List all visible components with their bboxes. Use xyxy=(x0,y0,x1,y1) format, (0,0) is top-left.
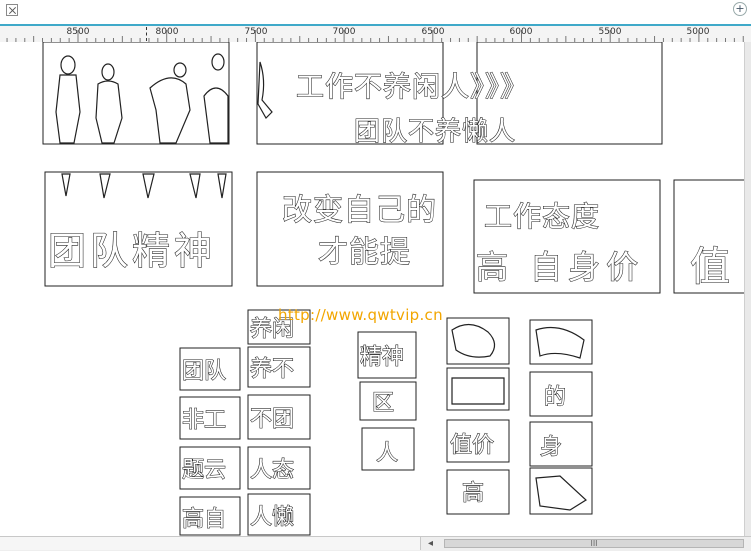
tile-text: 身 xyxy=(540,435,562,460)
tile-text: 值价 xyxy=(450,433,494,458)
slogan-panel-lazy[interactable]: 工作不养闲人》》》 团队不养懒人 xyxy=(256,42,663,148)
tile-text: 高 xyxy=(462,481,484,506)
tile-text: 区 xyxy=(372,391,394,416)
tile-text: 的 xyxy=(544,385,566,410)
ruler-label: 5500 xyxy=(598,27,622,37)
slogan-change-line2: 才能提 xyxy=(318,235,411,270)
horizontal-scrollbar[interactable]: ◂ III xyxy=(0,536,751,551)
watermark-url: http://www.qwtvip.cn xyxy=(278,306,443,324)
tile-text: 人 xyxy=(376,441,398,466)
ruler-label: 6500 xyxy=(421,27,445,37)
letter-tiles-col1[interactable]: 团队 非工 题云 高自 xyxy=(179,347,241,536)
slogan-team-spirit: 团队精神 xyxy=(48,229,216,273)
horizontal-ruler[interactable]: 8500 8000 7500 7000 6500 6000 5500 5000 xyxy=(0,26,751,43)
ruler-label: 8500 xyxy=(66,27,90,37)
scrollbar-thumb[interactable]: III xyxy=(444,539,744,548)
ruler-label: 6000 xyxy=(509,27,533,37)
slogan-panel-team-spirit[interactable]: 团队精神 xyxy=(44,171,233,287)
vertical-scrollbar[interactable] xyxy=(744,42,751,536)
slogan-lazy-line1: 工作不养闲人》》》 xyxy=(296,70,529,103)
tile-text: 不团 xyxy=(250,407,294,432)
close-icon[interactable] xyxy=(6,4,18,16)
ruler-label: 7500 xyxy=(244,27,268,37)
tile-text: 题云 xyxy=(182,458,226,483)
scroll-left-icon[interactable]: ◂ xyxy=(428,537,433,550)
tile-text: 团队 xyxy=(182,359,226,384)
slogan-panel-value[interactable]: 值 xyxy=(673,179,745,294)
add-tab-icon[interactable]: + xyxy=(733,2,747,16)
letter-tiles-col4[interactable]: 值价 高 xyxy=(446,317,510,515)
letter-tiles-col2[interactable]: 养闲 养不 不团 人态 人懒 xyxy=(247,309,311,536)
slogan-value: 值 xyxy=(690,244,730,290)
slogan-lazy-line2: 团队不养懒人 xyxy=(354,117,516,147)
slogan-change-line1: 改变自己的 xyxy=(282,193,437,228)
ruler-label: 5000 xyxy=(686,27,710,37)
slogan-attitude-line1: 工作态度 xyxy=(484,200,600,233)
letter-tiles-col5[interactable]: 的 身 xyxy=(529,319,593,515)
page-navigator-area xyxy=(0,537,421,550)
slogan-panel-attitude[interactable]: 工作态度 高 自身价 xyxy=(473,179,661,294)
tile-text: 高自 xyxy=(182,507,226,532)
slogan-attitude-line2: 高 自身价 xyxy=(476,248,644,286)
design-artwork: .frame { fill:none; stroke:#222; stroke-… xyxy=(42,42,745,536)
slogan-panel-change[interactable]: 改变自己的 才能提 xyxy=(256,171,444,287)
tile-text: 精神 xyxy=(360,345,404,370)
tile-text: 非工 xyxy=(182,408,226,433)
tile-text: 人懒 xyxy=(250,505,294,530)
letter-tiles-col3[interactable]: 精神 区 人 xyxy=(357,331,417,471)
tile-text: 人态 xyxy=(250,458,294,483)
ruler-ticks xyxy=(6,30,744,42)
ruler-position-marker xyxy=(146,27,148,41)
drawing-canvas[interactable]: .frame { fill:none; stroke:#222; stroke-… xyxy=(0,42,745,536)
document-tab-bar: + xyxy=(0,0,751,25)
ruler-label: 8000 xyxy=(155,27,179,37)
figures-panel[interactable] xyxy=(42,42,230,145)
ruler-label: 7000 xyxy=(332,27,356,37)
tile-text: 养不 xyxy=(250,357,294,382)
